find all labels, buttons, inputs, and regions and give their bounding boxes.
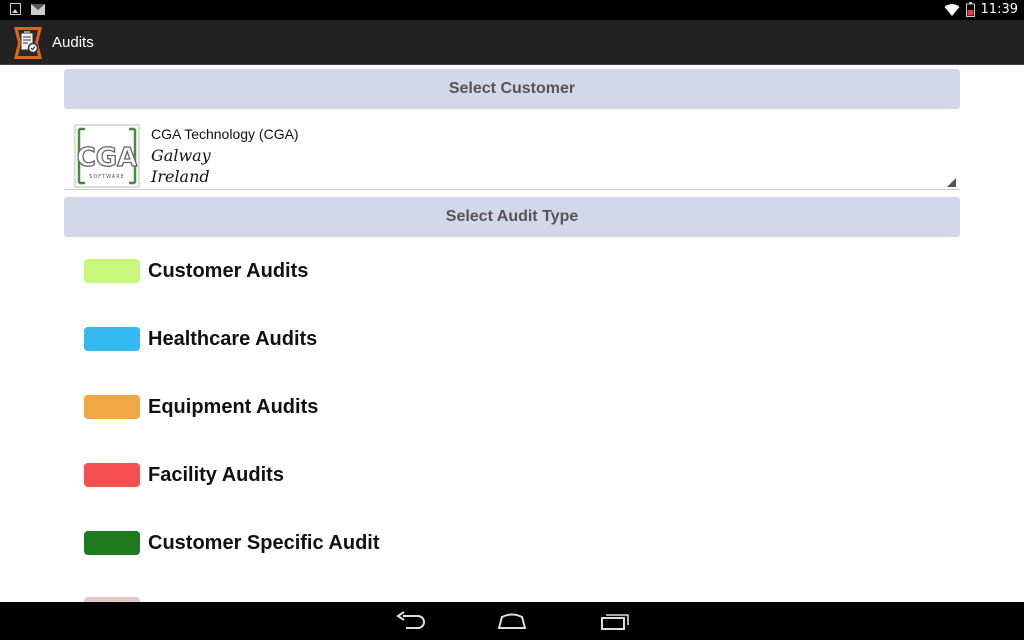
wifi-icon [944, 3, 960, 16]
select-customer-header: Select Customer [64, 69, 960, 109]
select-audit-type-header: Select Audit Type [64, 197, 960, 237]
audit-type-equipment[interactable]: Equipment Audits [84, 392, 318, 422]
audit-type-label: Healthcare Audits [148, 327, 318, 350]
audit-clipboard-icon[interactable] [10, 25, 46, 61]
audit-color-swatch [84, 259, 140, 283]
audit-type-customer[interactable]: Customer Audits [84, 256, 308, 286]
audit-type-label: Customer Specific Audit [148, 531, 380, 554]
notification-icons [10, 3, 45, 15]
back-icon[interactable] [394, 610, 426, 632]
system-indicators: 11:39 [944, 2, 1018, 17]
status-bar: 11:39 [0, 0, 1024, 20]
app-title: Audits [52, 34, 94, 51]
svg-text:SOFTWARE: SOFTWARE [89, 174, 125, 180]
audit-type-label: Customer Audits [148, 259, 309, 282]
customer-city: Galway [151, 146, 211, 165]
customer-name: CGA Technology (CGA) [151, 126, 299, 142]
audit-color-swatch [84, 531, 140, 555]
audit-type-label: Facility Audits [148, 463, 284, 486]
clock: 11:39 [980, 2, 1018, 17]
audit-color-swatch [84, 395, 140, 419]
recents-icon[interactable] [598, 610, 630, 632]
audit-type-healthcare[interactable]: Healthcare Audits [84, 324, 317, 354]
audit-type-customer-specific[interactable]: Customer Specific Audit [84, 528, 380, 558]
audit-type-label: Equipment Audits [148, 395, 319, 418]
mail-icon [31, 4, 45, 15]
audit-type-facility[interactable]: Facility Audits [84, 460, 284, 490]
svg-text:CGA: CGA [77, 143, 138, 173]
action-bar: Audits [0, 20, 1024, 65]
customer-logo: CGA SOFTWARE [74, 124, 140, 188]
audit-color-swatch [84, 463, 140, 487]
customer-country: Ireland [151, 167, 210, 186]
spinner-dropdown-icon [947, 178, 956, 187]
image-icon [10, 3, 21, 15]
home-icon[interactable] [496, 610, 528, 632]
customer-spinner[interactable]: CGA SOFTWARE CGA Technology (CGA) Galway… [64, 110, 960, 190]
battery-icon [965, 2, 975, 17]
audit-color-swatch [84, 327, 140, 351]
navigation-bar [0, 602, 1024, 640]
